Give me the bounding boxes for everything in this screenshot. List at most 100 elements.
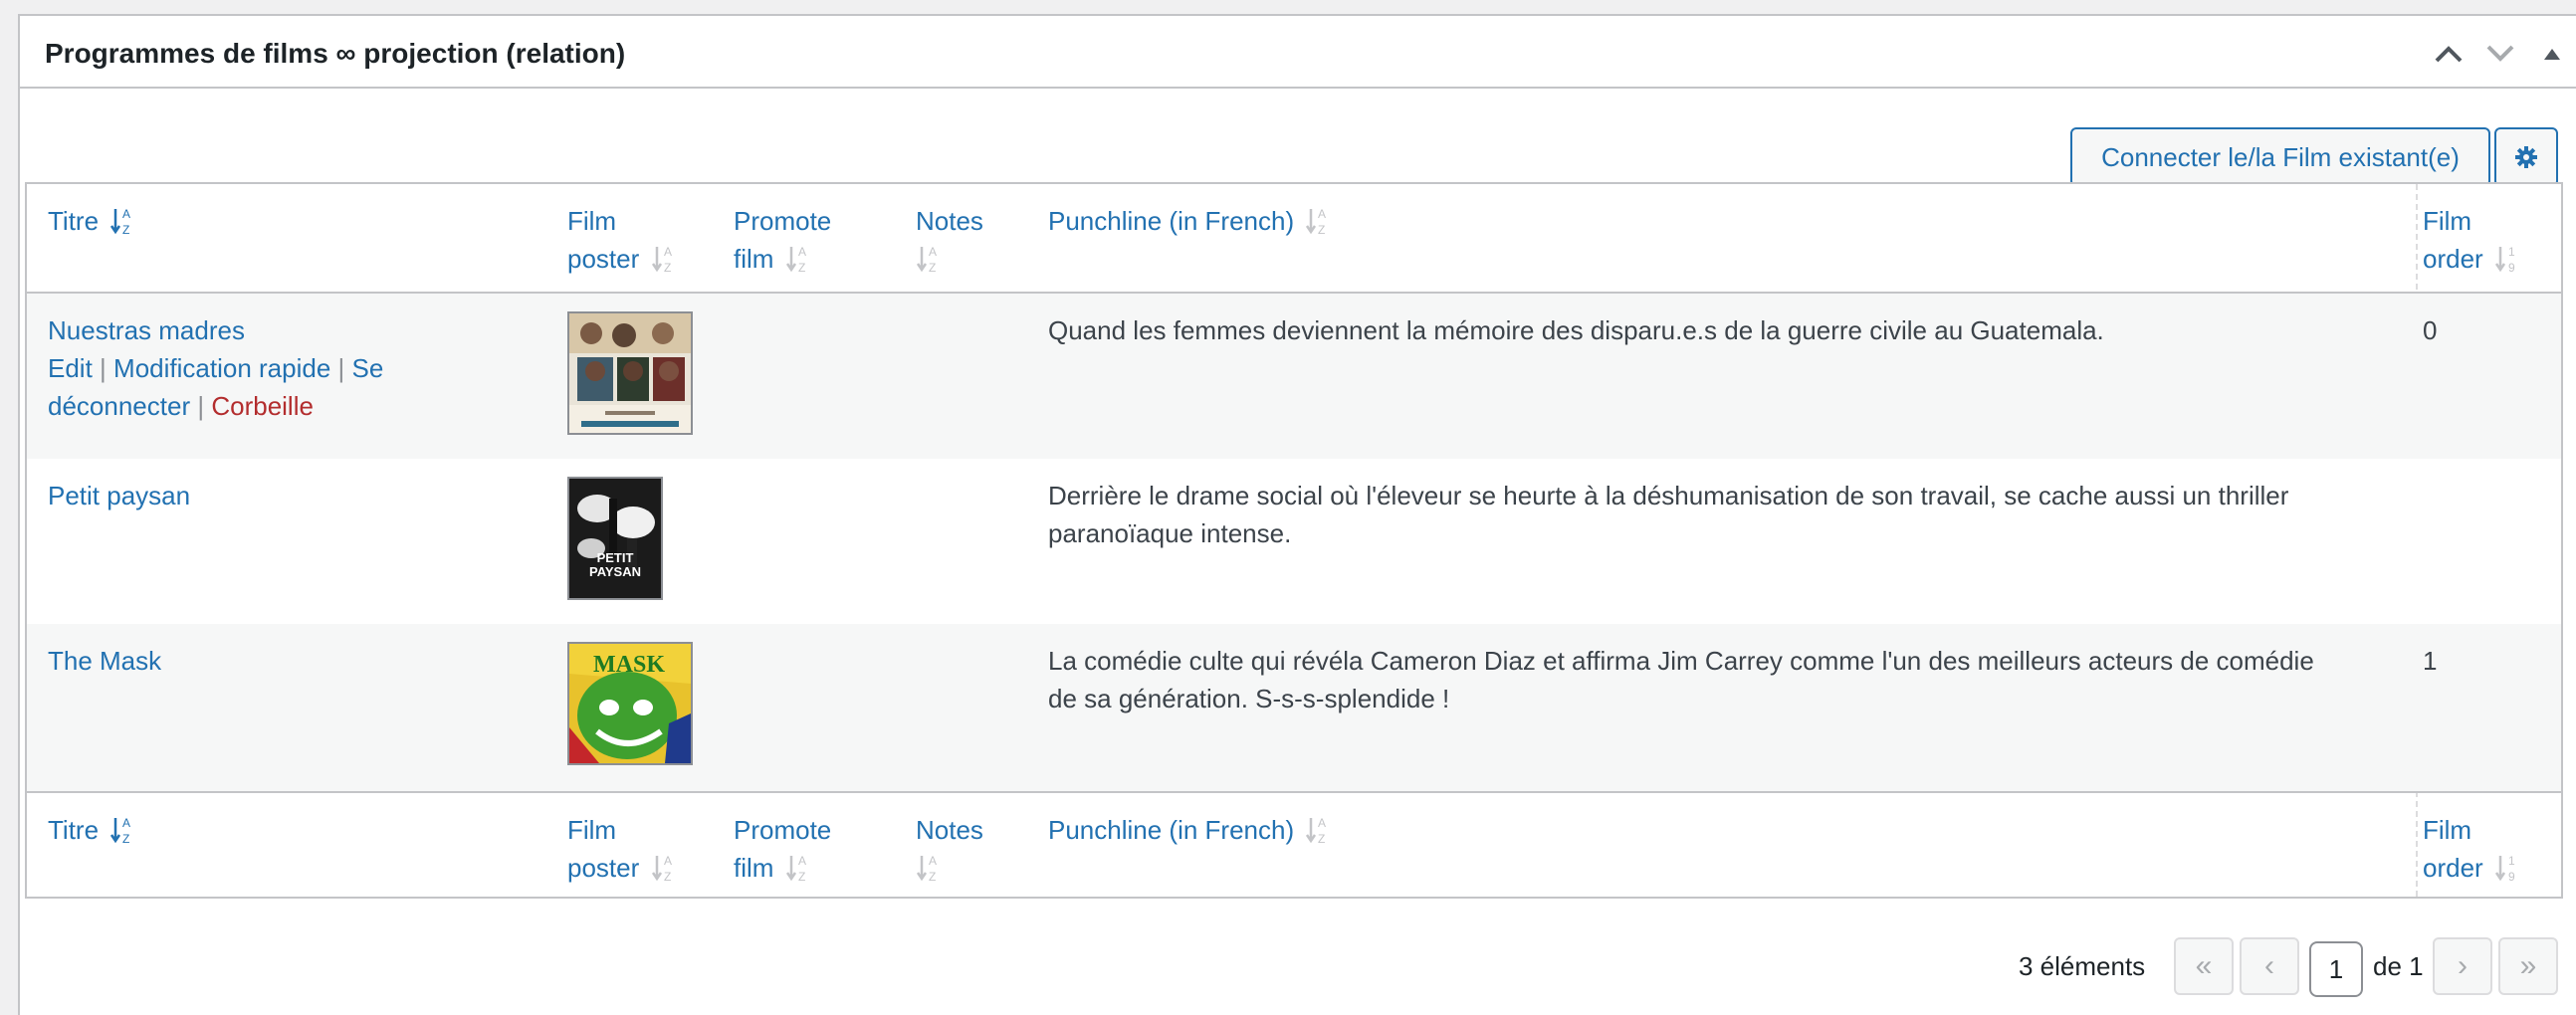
settings-button[interactable] xyxy=(2494,127,2558,187)
svg-text:1: 1 xyxy=(2508,245,2515,259)
column-footer-notes[interactable]: Notes AZ xyxy=(916,811,1025,887)
sort-icon: AZ xyxy=(1306,207,1326,237)
total-pages: de 1 xyxy=(2373,951,2424,981)
column-promote-label-1: Promote xyxy=(734,815,832,845)
poster-title-text: MASK xyxy=(593,652,665,678)
table-row: The Mask MASK La comédie culte qui révél… xyxy=(27,624,2561,791)
first-page-button[interactable]: « xyxy=(2174,937,2234,995)
last-page-button[interactable]: » xyxy=(2498,937,2558,995)
column-poster-label-1: Film xyxy=(567,206,617,236)
column-title-label: Titre xyxy=(48,206,100,236)
metabox-title: Programmes de films ∞ projection (relati… xyxy=(45,38,626,69)
quick-edit-link[interactable]: Modification rapide xyxy=(113,353,330,383)
film-order-value: 1 xyxy=(2423,646,2438,676)
svg-text:Z: Z xyxy=(1318,223,1325,237)
svg-text:A: A xyxy=(929,854,937,868)
prev-page-button[interactable]: ‹ xyxy=(2240,937,2299,995)
column-footer-promote-film[interactable]: Promote film AZ xyxy=(734,811,903,887)
action-separator: | xyxy=(337,353,345,383)
film-order-value: 0 xyxy=(2423,315,2438,345)
svg-text:Z: Z xyxy=(664,870,671,884)
sort-icon: AZ xyxy=(651,245,672,275)
svg-text:A: A xyxy=(1318,816,1326,830)
disconnect-link-part1[interactable]: Se xyxy=(352,353,384,383)
column-order-label-1: Film xyxy=(2423,815,2472,845)
row-actions-line2: déconnecter | Corbeille xyxy=(48,387,565,425)
svg-text:1: 1 xyxy=(2508,854,2515,868)
column-punchline-label: Punchline (in French) xyxy=(1048,206,1295,236)
action-separator: | xyxy=(197,391,205,421)
poster-title-text: PETIT xyxy=(597,550,634,565)
column-punchline-label: Punchline (in French) xyxy=(1048,815,1295,845)
items-count: 3 éléments xyxy=(2019,951,2146,981)
column-footer-film-order[interactable]: Film order 19 xyxy=(2423,811,2562,887)
column-header-film-poster[interactable]: Film poster AZ xyxy=(567,202,737,278)
column-footer-title[interactable]: Titre AZ xyxy=(48,811,565,849)
svg-text:A: A xyxy=(1318,207,1326,221)
punchline-line: de sa génération. S-s-s-splendide ! xyxy=(1048,684,1450,713)
gear-icon xyxy=(2515,146,2537,168)
sort-icon: AZ xyxy=(785,854,806,884)
column-header-title[interactable]: Titre AZ xyxy=(48,202,565,240)
trash-link[interactable]: Corbeille xyxy=(211,391,314,421)
row-title-cell: The Mask xyxy=(48,642,565,680)
column-header-film-order[interactable]: Film order 1 9 xyxy=(2423,202,2562,278)
svg-text:9: 9 xyxy=(2508,261,2515,275)
svg-text:Z: Z xyxy=(122,832,129,846)
relation-table: Titre AZ Film poster AZ Promote film AZ … xyxy=(25,182,2563,899)
column-title-label: Titre xyxy=(48,815,100,845)
table-row: Petit paysan PETIT PAYSAN Derrière le dr… xyxy=(27,459,2561,624)
sort-asc-icon: AZ xyxy=(110,207,130,237)
next-page-button[interactable]: › xyxy=(2433,937,2492,995)
svg-text:A: A xyxy=(929,245,937,259)
connect-existing-film-button[interactable]: Connecter le/la Film existant(e) xyxy=(2070,127,2490,187)
sort-icon: AZ xyxy=(1306,816,1326,846)
punchline-text: La comédie culte qui révéla Cameron Diaz… xyxy=(1048,642,2412,717)
svg-text:Z: Z xyxy=(664,261,671,275)
column-poster-label-2: poster xyxy=(567,244,640,274)
column-footer-punchline[interactable]: Punchline (in French) AZ xyxy=(1048,811,2412,849)
current-page-input[interactable]: 1 xyxy=(2309,941,2363,997)
film-poster-thumbnail[interactable]: PETIT PAYSAN xyxy=(567,477,663,600)
row-actions: Edit | Modification rapide | Se xyxy=(48,349,565,387)
edit-link[interactable]: Edit xyxy=(48,353,93,383)
collapse-toggle-icon[interactable] xyxy=(2532,36,2572,72)
column-header-promote-film[interactable]: Promote film AZ xyxy=(734,202,903,278)
column-promote-label-2: film xyxy=(734,853,774,883)
punchline-line: La comédie culte qui révéla Cameron Diaz… xyxy=(1048,646,2314,676)
row-title-link[interactable]: The Mask xyxy=(48,646,161,676)
column-order-label-1: Film xyxy=(2423,206,2472,236)
column-promote-label-1: Promote xyxy=(734,206,832,236)
sort-asc-icon: AZ xyxy=(110,816,130,846)
table-footer: Titre AZ Film poster AZ Promote film AZ … xyxy=(27,791,2561,899)
sort-icon: AZ xyxy=(651,854,672,884)
column-order-label-2: order xyxy=(2423,244,2483,274)
row-title-link[interactable]: Nuestras madres xyxy=(48,315,245,345)
column-header-notes[interactable]: Notes AZ xyxy=(916,202,1025,278)
row-title-link[interactable]: Petit paysan xyxy=(48,481,190,510)
film-poster-thumbnail[interactable]: MASK xyxy=(567,642,693,765)
move-down-icon[interactable] xyxy=(2480,36,2520,72)
svg-text:Z: Z xyxy=(1318,832,1325,846)
punchline-text: Quand les femmes deviennent la mémoire d… xyxy=(1048,315,2104,345)
column-header-punchline[interactable]: Punchline (in French) AZ xyxy=(1048,202,2412,240)
svg-text:A: A xyxy=(122,816,130,830)
column-order-label-2: order xyxy=(2423,853,2483,883)
move-up-icon[interactable] xyxy=(2429,36,2469,72)
sort-numeric-icon: 19 xyxy=(2494,854,2515,884)
row-title-cell: Petit paysan xyxy=(48,477,565,514)
sort-icon: AZ xyxy=(916,854,937,884)
svg-text:A: A xyxy=(122,207,130,221)
column-poster-label-2: poster xyxy=(567,853,640,883)
svg-text:A: A xyxy=(664,854,672,868)
punchline-line: Derrière le drame social où l'éleveur se… xyxy=(1048,481,2289,510)
sort-icon: AZ xyxy=(785,245,806,275)
table-header: Titre AZ Film poster AZ Promote film AZ … xyxy=(27,184,2561,294)
disconnect-link-part2[interactable]: déconnecter xyxy=(48,391,190,421)
action-separator: | xyxy=(100,353,107,383)
table-row: Nuestras madres Edit | Modification rapi… xyxy=(27,294,2561,459)
column-footer-film-poster[interactable]: Film poster AZ xyxy=(567,811,737,887)
film-poster-thumbnail[interactable] xyxy=(567,311,693,435)
column-notes-label: Notes xyxy=(916,815,983,845)
svg-text:Z: Z xyxy=(798,261,805,275)
